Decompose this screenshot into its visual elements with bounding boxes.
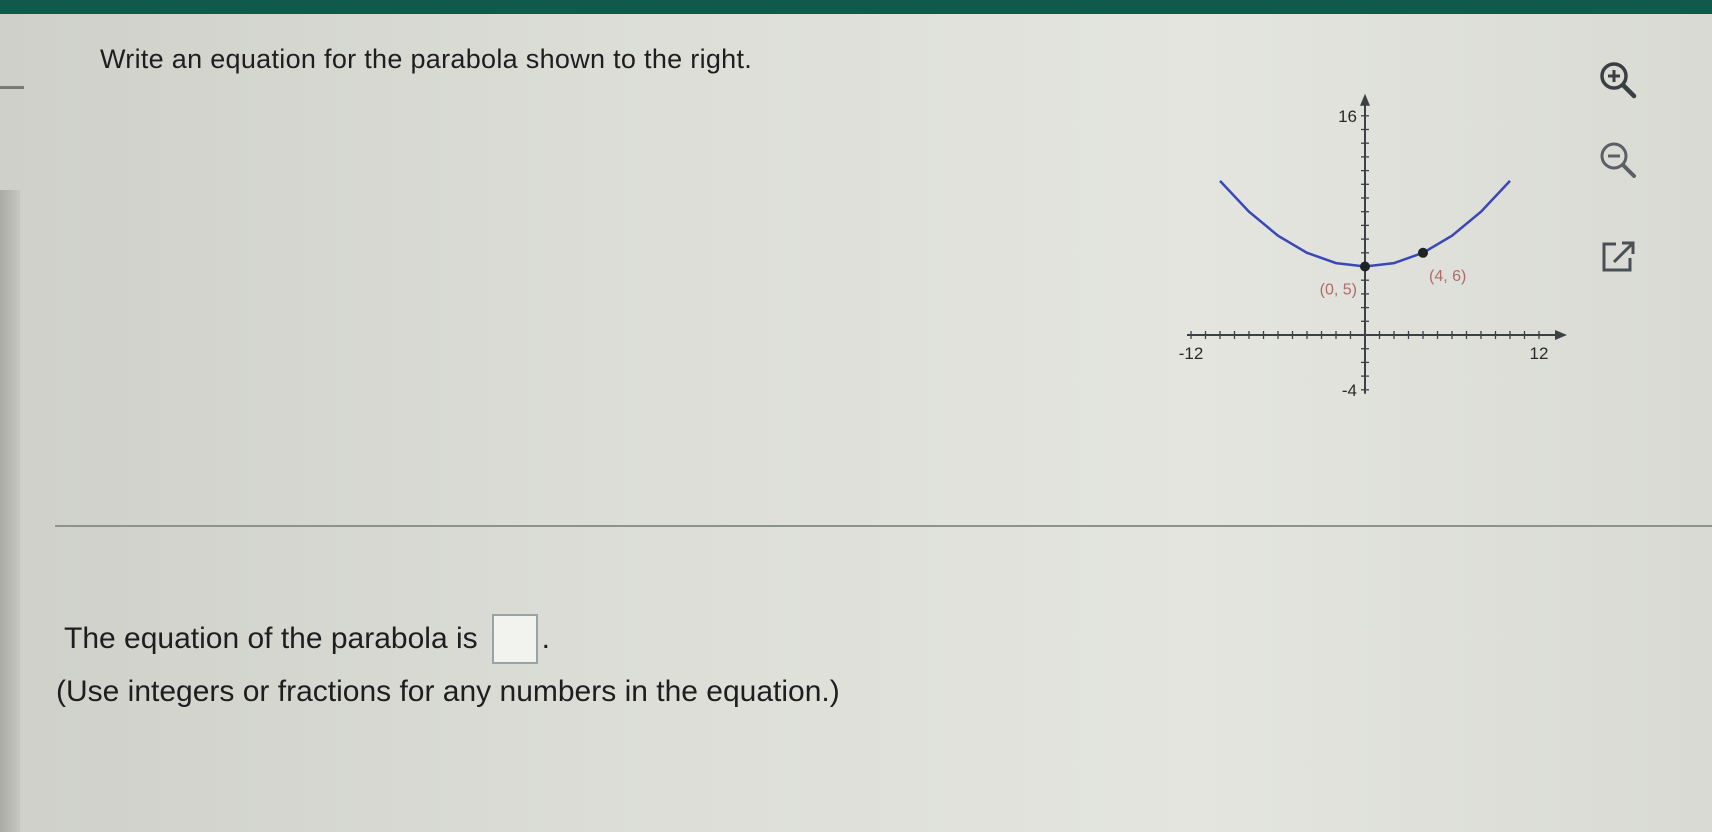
zoom-in-button[interactable] [1594,56,1642,104]
zoom-out-button[interactable] [1594,136,1642,184]
answer-hint: (Use integers or fractions for any numbe… [56,675,840,708]
popout-icon [1602,241,1635,272]
data-point-1 [1418,247,1428,258]
question-text: Write an equation for the parabola shown… [100,44,753,74]
zoom-in-icon [1600,62,1637,99]
zoom-out-icon [1600,142,1636,178]
popout-button[interactable] [1594,232,1642,280]
left-marker [0,86,24,89]
graph-tools [1594,56,1654,286]
section-divider [55,525,1712,527]
y-axis-arrow [1360,93,1370,106]
graph-points [1360,247,1428,272]
point-label-second: (4, 6) [1429,268,1466,285]
graph-axes [1187,93,1567,394]
left-scroll-panel[interactable] [0,190,20,832]
answer-line: The equation of the parabola is . [64,614,550,664]
answer-input-box[interactable] [491,614,538,664]
x-max-tick-label: 12 [1530,344,1549,363]
data-point-0 [1360,261,1370,272]
point-label-vertex: (0, 5) [1320,282,1357,299]
y-min-tick-label: -4 [1342,381,1357,400]
parabola-graph: 16 -4 -12 12 (0, 5) (4, 6) [1160,50,1600,430]
top-bar [0,0,1712,14]
y-max-tick-label: 16 [1338,107,1357,126]
graph-svg: 16 -4 -12 12 (0, 5) (4, 6) [1179,93,1567,400]
x-axis-arrow [1555,330,1567,340]
x-min-tick-label: -12 [1179,344,1204,363]
answer-prompt: The equation of the parabola is [64,622,478,655]
answer-period: . [541,622,550,655]
